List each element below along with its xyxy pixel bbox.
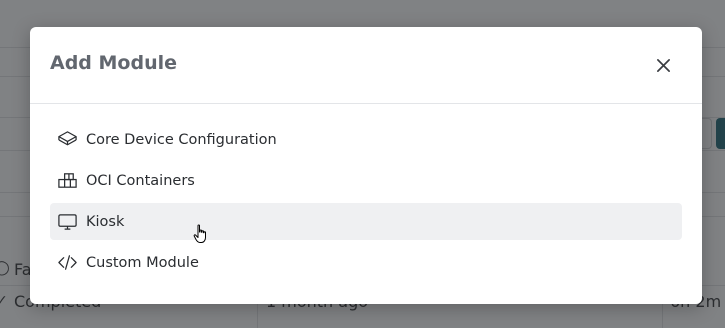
close-button[interactable] (652, 54, 674, 76)
containers-icon (56, 170, 78, 192)
add-module-dialog: Add Module Core Device Configuration OCI… (30, 27, 702, 304)
module-item-core-device-configuration[interactable]: Core Device Configuration (50, 121, 682, 158)
module-item-label: Kiosk (86, 213, 125, 230)
row-status: Fa (14, 260, 32, 279)
module-item-label: Core Device Configuration (86, 131, 277, 148)
module-list: Core Device Configuration OCI Containers… (50, 121, 682, 285)
status-icon: ◯ (0, 260, 10, 276)
module-item-label: OCI Containers (86, 172, 195, 189)
close-icon (656, 58, 670, 72)
module-item-label: Custom Module (86, 254, 199, 271)
code-icon (56, 252, 78, 274)
hand-cursor-icon (193, 224, 206, 243)
module-item-custom-module[interactable]: Custom Module (50, 244, 682, 281)
monitor-icon (56, 211, 78, 233)
check-icon: ✓ (0, 293, 8, 309)
module-item-oci-containers[interactable]: OCI Containers (50, 162, 682, 199)
dialog-title: Add Module (50, 52, 178, 74)
dialog-header: Add Module (30, 27, 702, 104)
layers-icon (56, 129, 78, 151)
module-item-kiosk[interactable]: Kiosk (50, 203, 682, 240)
background-primary-button[interactable] (716, 118, 725, 149)
